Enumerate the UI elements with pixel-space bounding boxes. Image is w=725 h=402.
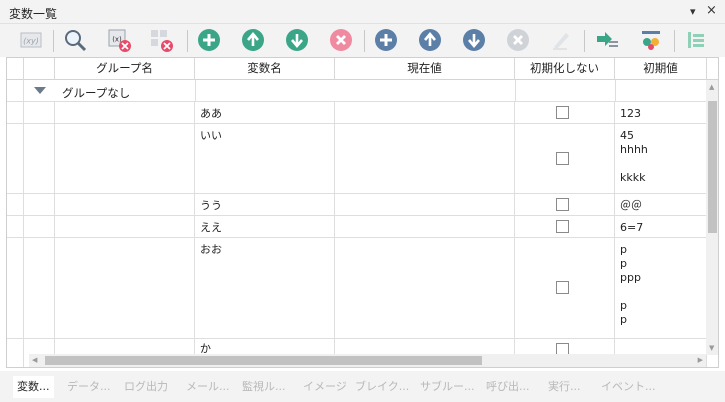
edit-icon[interactable] [548, 27, 574, 53]
initial-value[interactable]: 123 [620, 107, 641, 121]
scroll-right-icon[interactable]: ▶ [698, 356, 703, 364]
variable-grid: グループ名 変数名 現在値 初期化しない 初期値 グループなし ああ 123 い… [6, 57, 719, 368]
variable-name[interactable]: ああ [200, 107, 222, 121]
no-init-checkbox[interactable] [556, 152, 569, 165]
header-corner [7, 58, 24, 80]
table-row[interactable]: うう ＠＠ [7, 194, 707, 216]
variable-xy-icon[interactable]: (xy) [18, 27, 44, 53]
horizontal-scroll-thumb[interactable] [45, 356, 482, 365]
no-init-checkbox[interactable] [556, 198, 569, 211]
no-init-checkbox[interactable] [556, 106, 569, 119]
add-group-icon[interactable] [373, 27, 399, 53]
tab-log-output[interactable]: ログ出力 [124, 376, 168, 398]
clear-variable-icon[interactable]: (x) [106, 27, 132, 53]
table-row[interactable]: おお p p ppp p p [7, 238, 707, 339]
header-variable-name[interactable]: 変数名 [195, 58, 335, 80]
panel-menu-dropdown-icon[interactable]: ▾ [690, 5, 696, 18]
scroll-left-icon[interactable]: ◀ [32, 356, 37, 364]
grid-header: グループ名 変数名 現在値 初期化しない 初期値 [7, 58, 718, 80]
initial-value[interactable]: ＠＠ [620, 199, 642, 213]
group-up-icon[interactable] [417, 27, 443, 53]
group-delete-icon[interactable] [505, 27, 531, 53]
tab-monitor-rules[interactable]: 監視ル... [242, 376, 286, 398]
move-down-icon[interactable] [284, 27, 310, 53]
initial-value[interactable]: p p ppp p p [620, 243, 641, 327]
tab-image[interactable]: イメージ [303, 376, 347, 398]
group-row[interactable]: グループなし [7, 80, 707, 102]
move-up-icon[interactable] [240, 27, 266, 53]
panel-titlebar: 変数一覧 ▾ × [0, 0, 725, 24]
collapse-icon[interactable] [683, 27, 709, 53]
table-row[interactable]: いい 45 hhhh kkkk [7, 124, 707, 194]
tab-event[interactable]: イベント... [601, 376, 656, 398]
header-no-init[interactable]: 初期化しない [515, 58, 615, 80]
group-down-icon[interactable] [461, 27, 487, 53]
tab-subroutine[interactable]: サブルー... [420, 376, 475, 398]
panel-title: 変数一覧 [9, 7, 58, 21]
add-icon[interactable] [196, 27, 222, 53]
header-current-value[interactable]: 現在値 [335, 58, 515, 80]
no-init-checkbox[interactable] [556, 281, 569, 294]
variable-name[interactable]: ええ [200, 221, 222, 235]
search-icon[interactable] [62, 27, 88, 53]
tab-variables[interactable]: 変数... [13, 376, 54, 398]
toolbar: (xy) (x) [0, 24, 725, 57]
collapse-arrow-icon[interactable] [34, 87, 46, 94]
clear-grid-icon[interactable] [148, 27, 174, 53]
no-init-checkbox[interactable] [556, 220, 569, 233]
header-group-name[interactable]: グループ名 [55, 58, 195, 80]
import-icon[interactable] [594, 27, 620, 53]
header-initial-value[interactable]: 初期値 [615, 58, 707, 80]
scroll-down-icon[interactable]: ▼ [709, 344, 714, 352]
initial-value[interactable]: 6=7 [620, 221, 643, 235]
variable-name[interactable]: いい [200, 129, 222, 143]
tab-execution[interactable]: 実行... [548, 376, 581, 398]
table-row[interactable]: ああ 123 [7, 102, 707, 124]
variable-name[interactable]: おお [200, 243, 222, 257]
horizontal-scrollbar[interactable]: ◀ ▶ [29, 354, 706, 367]
scroll-up-icon[interactable]: ▲ [709, 83, 714, 91]
variable-name[interactable]: うう [200, 199, 222, 213]
initial-value[interactable]: 45 hhhh kkkk [620, 129, 648, 185]
group-label: グループなし [62, 86, 131, 100]
panel-close-icon[interactable]: × [706, 3, 717, 18]
svg-text:(xy): (xy) [23, 37, 39, 46]
vertical-scrollbar[interactable]: ▲ ▼ [706, 80, 718, 355]
vertical-scroll-thumb[interactable] [708, 101, 717, 233]
settings-icon[interactable] [638, 27, 664, 53]
bottom-tab-bar: 変数... データ... ログ出力 メール... 監視ル... イメージ ブレイ… [0, 371, 725, 402]
header-indent [24, 58, 55, 80]
tab-call[interactable]: 呼び出... [486, 376, 530, 398]
table-row[interactable]: ええ 6=7 [7, 216, 707, 238]
tab-data[interactable]: データ... [67, 376, 111, 398]
tab-mail[interactable]: メール... [186, 376, 230, 398]
tab-breakpoint[interactable]: ブレイク... [355, 376, 409, 398]
delete-icon[interactable] [328, 27, 354, 53]
